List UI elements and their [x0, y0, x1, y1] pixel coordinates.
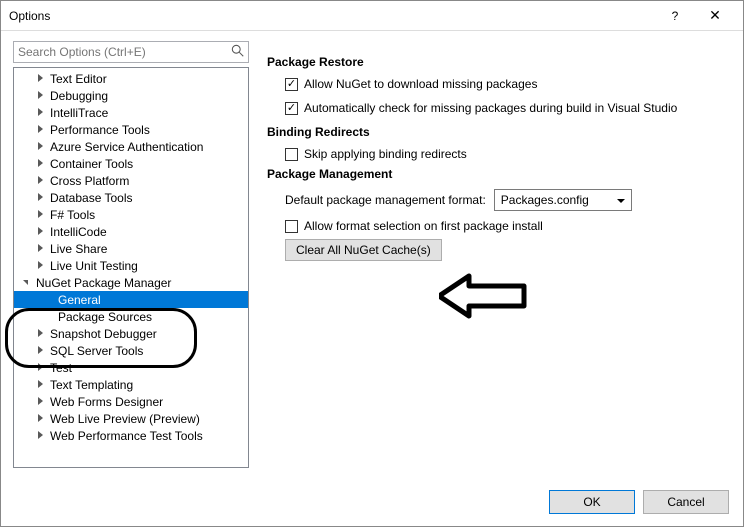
tree-item-web-live-preview[interactable]: Web Live Preview (Preview)	[14, 410, 248, 427]
tree-item-intellitrace[interactable]: IntelliTrace	[14, 104, 248, 121]
tree-item-debugging[interactable]: Debugging	[14, 87, 248, 104]
allow-download-row: Allow NuGet to download missing packages	[267, 77, 731, 91]
tree-item-text-editor[interactable]: Text Editor	[14, 70, 248, 87]
window-title: Options	[9, 9, 655, 23]
tree-item-snapshot-debugger[interactable]: Snapshot Debugger	[14, 325, 248, 342]
help-button[interactable]: ?	[655, 1, 695, 31]
allow-download-checkbox[interactable]	[285, 78, 298, 91]
auto-check-row: Automatically check for missing packages…	[267, 101, 731, 115]
tree-item-container-tools[interactable]: Container Tools	[14, 155, 248, 172]
tree-item-web-forms-designer[interactable]: Web Forms Designer	[14, 393, 248, 410]
tree-item-test[interactable]: Test	[14, 359, 248, 376]
search-icon	[231, 44, 245, 58]
left-panel: Text Editor Debugging IntelliTrace Perfo…	[13, 41, 249, 468]
search-wrap	[13, 41, 249, 63]
tree-item-web-perf-test-tools[interactable]: Web Performance Test Tools	[14, 427, 248, 444]
package-restore-heading: Package Restore	[267, 55, 731, 69]
default-format-label: Default package management format:	[285, 193, 486, 207]
clear-cache-row: Clear All NuGet Cache(s)	[267, 239, 731, 261]
tree-item-performance-tools[interactable]: Performance Tools	[14, 121, 248, 138]
binding-redirects-heading: Binding Redirects	[267, 125, 731, 139]
ok-button[interactable]: OK	[549, 490, 635, 514]
allow-selection-label: Allow format selection on first package …	[304, 219, 543, 233]
auto-check-label: Automatically check for missing packages…	[304, 101, 677, 115]
content-area: Text Editor Debugging IntelliTrace Perfo…	[1, 31, 743, 478]
auto-check-checkbox[interactable]	[285, 102, 298, 115]
tree-item-azure-auth[interactable]: Azure Service Authentication	[14, 138, 248, 155]
default-format-select[interactable]: Packages.config	[494, 189, 632, 211]
tree-item-nuget[interactable]: NuGet Package Manager	[14, 274, 248, 291]
package-management-heading: Package Management	[267, 167, 731, 181]
tree-item-nuget-sources[interactable]: Package Sources	[14, 308, 248, 325]
tree-item-intellicode[interactable]: IntelliCode	[14, 223, 248, 240]
tree-item-fsharp-tools[interactable]: F# Tools	[14, 206, 248, 223]
default-format-row: Default package management format: Packa…	[267, 189, 731, 211]
options-dialog: Options ? ✕ Text Editor Debugging Intell…	[0, 0, 744, 527]
tree-item-sql-server-tools[interactable]: SQL Server Tools	[14, 342, 248, 359]
right-panel: Package Restore Allow NuGet to download …	[267, 41, 731, 468]
tree-item-database-tools[interactable]: Database Tools	[14, 189, 248, 206]
cancel-button[interactable]: Cancel	[643, 490, 729, 514]
allow-download-label: Allow NuGet to download missing packages	[304, 77, 537, 91]
skip-binding-label: Skip applying binding redirects	[304, 147, 467, 161]
tree-item-cross-platform[interactable]: Cross Platform	[14, 172, 248, 189]
dialog-footer: OK Cancel	[1, 478, 743, 526]
search-input[interactable]	[13, 41, 249, 63]
tree-item-live-share[interactable]: Live Share	[14, 240, 248, 257]
titlebar: Options ? ✕	[1, 1, 743, 31]
skip-binding-checkbox[interactable]	[285, 148, 298, 161]
tree-item-live-unit-testing[interactable]: Live Unit Testing	[14, 257, 248, 274]
allow-selection-row: Allow format selection on first package …	[267, 219, 731, 233]
skip-binding-row: Skip applying binding redirects	[267, 147, 731, 161]
close-button[interactable]: ✕	[695, 1, 735, 31]
allow-selection-checkbox[interactable]	[285, 220, 298, 233]
tree-item-nuget-general[interactable]: General	[14, 291, 248, 308]
tree-item-text-templating[interactable]: Text Templating	[14, 376, 248, 393]
clear-cache-button[interactable]: Clear All NuGet Cache(s)	[285, 239, 442, 261]
options-tree[interactable]: Text Editor Debugging IntelliTrace Perfo…	[13, 67, 249, 468]
